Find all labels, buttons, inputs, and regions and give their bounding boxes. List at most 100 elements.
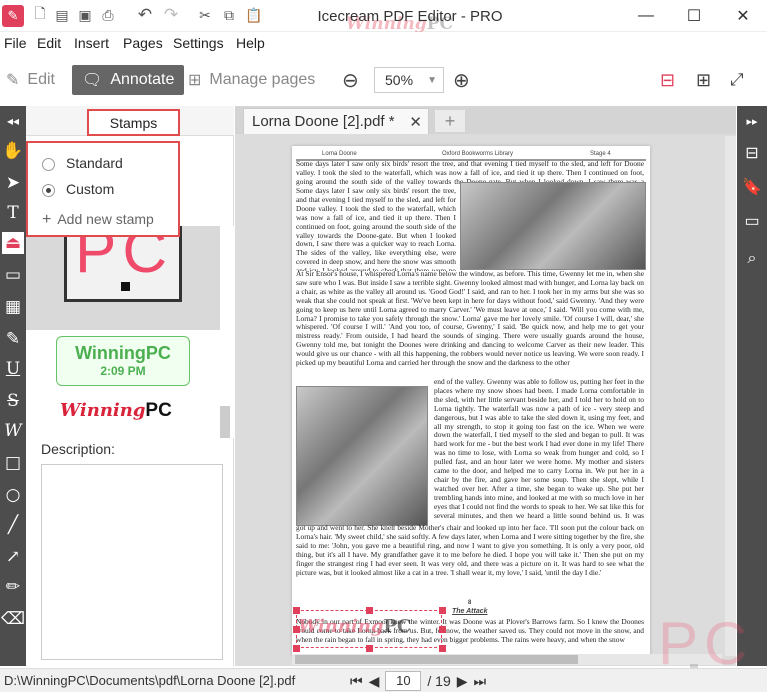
- collapse-panel-icon[interactable]: ◂◂: [2, 110, 24, 132]
- line-tool-icon[interactable]: ╱: [2, 514, 24, 536]
- description-textarea[interactable]: [41, 464, 223, 660]
- text-tool-icon[interactable]: T: [2, 202, 24, 224]
- ellipse-tool-icon[interactable]: ○: [2, 484, 24, 506]
- eraser-tool-icon[interactable]: ⌫: [1, 608, 25, 630]
- stamp-type-group: Standard Custom + Add new stamp: [26, 141, 180, 237]
- menu-file[interactable]: File: [4, 35, 27, 51]
- add-new-stamp-button[interactable]: + Add new stamp: [42, 211, 154, 229]
- collapse-right-panel-icon[interactable]: ▸▸: [741, 110, 763, 132]
- zoom-select[interactable]: 50% ▼: [374, 67, 444, 93]
- resize-handle[interactable]: [293, 607, 300, 614]
- stamp-list-scrollbar[interactable]: [220, 406, 230, 438]
- stamp-tool-icon[interactable]: ⏏: [2, 232, 24, 254]
- resize-handle[interactable]: [293, 645, 300, 652]
- custom-radio[interactable]: [42, 184, 55, 197]
- underline-tool-icon[interactable]: U: [2, 358, 24, 380]
- search-icon[interactable]: ⌕: [741, 248, 763, 270]
- new-tab-button[interactable]: +: [435, 110, 465, 132]
- standard-label[interactable]: Standard: [66, 155, 123, 171]
- select-tool-icon[interactable]: ➤: [2, 172, 24, 194]
- stamp-selection-box[interactable]: [296, 610, 442, 648]
- fullscreen-icon[interactable]: ⤢: [730, 65, 744, 95]
- close-tab-icon[interactable]: ✕: [409, 113, 422, 131]
- stamp-item-winningpc-time[interactable]: WinningPC 2:09 PM: [56, 336, 190, 386]
- resize-handle[interactable]: [439, 645, 446, 652]
- previous-page-icon[interactable]: ◀: [369, 673, 380, 690]
- rectangle-tool-icon[interactable]: □: [2, 452, 24, 474]
- print-icon[interactable]: ⎙: [99, 6, 117, 24]
- comment-icon: 🗨: [82, 72, 103, 89]
- stamp-item-winningpc-logo[interactable]: WinningPC: [60, 400, 172, 422]
- plus-icon: +: [42, 211, 52, 228]
- close-button[interactable]: ✕: [719, 0, 767, 32]
- menu-pages[interactable]: Pages: [123, 35, 163, 51]
- resize-handle[interactable]: [366, 607, 373, 614]
- squiggly-tool-icon[interactable]: W: [2, 420, 24, 442]
- highlight-tool-icon[interactable]: ✎: [2, 328, 24, 350]
- stamps-panel: Stamps Standard Custom + Add new stamp PC…: [26, 106, 234, 666]
- vertical-scrollbar[interactable]: [725, 136, 736, 656]
- next-page-icon[interactable]: ▶: [457, 673, 468, 690]
- panel-header: Stamps: [26, 106, 234, 136]
- paragraph: end of the valley. Gwenny was able to fo…: [434, 378, 644, 522]
- scrollbar-thumb[interactable]: [295, 655, 578, 664]
- manage-pages-button[interactable]: ⊞ Manage pages: [188, 65, 315, 95]
- multi-page-view-icon[interactable]: ⊞: [696, 65, 711, 95]
- page-number-input[interactable]: 10: [385, 671, 422, 691]
- new-file-icon[interactable]: 🗋: [31, 5, 49, 24]
- comment-tool-icon[interactable]: ▭: [2, 264, 24, 286]
- hand-tool-icon[interactable]: ✋: [2, 140, 24, 162]
- chevron-down-icon: ▼: [427, 74, 437, 86]
- illustration-sled: [296, 386, 428, 526]
- copy-icon[interactable]: ⧉: [220, 6, 238, 24]
- resize-handle[interactable]: [293, 626, 300, 633]
- zoom-out-button[interactable]: ⊖: [342, 65, 359, 95]
- svg-text:PC: PC: [658, 610, 753, 676]
- first-page-icon[interactable]: ⏮: [350, 673, 363, 690]
- resize-handle[interactable]: [366, 645, 373, 652]
- custom-label[interactable]: Custom: [66, 181, 114, 197]
- menu-settings[interactable]: Settings: [173, 35, 224, 51]
- stamp-list: PC WinningPC 2:09 PM WinningPC: [26, 226, 234, 438]
- document-tab[interactable]: Lorna Doone [2].pdf * ✕: [243, 108, 429, 134]
- resize-handle[interactable]: [439, 626, 446, 633]
- single-page-view-icon[interactable]: ⊟: [660, 65, 675, 95]
- maximize-button[interactable]: ☐: [670, 0, 718, 32]
- redo-icon[interactable]: ↷: [162, 5, 180, 24]
- annotate-mode-button[interactable]: 🗨 Annotate: [72, 65, 185, 95]
- arrow-tool-icon[interactable]: ↗: [2, 546, 24, 568]
- comments-icon[interactable]: ▭: [741, 210, 763, 232]
- zoom-in-button[interactable]: ⊕: [453, 65, 470, 95]
- cut-icon[interactable]: ✂: [196, 6, 214, 24]
- pencil-tool-icon[interactable]: ✏: [2, 576, 24, 598]
- menu-bar: File Edit Insert Pages Settings Help: [0, 32, 767, 54]
- page-header-right: Stage 4: [590, 151, 611, 157]
- edit-mode-button[interactable]: ✎ Edit: [6, 65, 55, 95]
- stamp-item-pc[interactable]: PC: [26, 226, 220, 330]
- file-path: D:\WinningPC\Documents\pdf\Lorna Doone […: [4, 673, 296, 688]
- page-header-center: Oxford Bookworms Library: [442, 151, 514, 157]
- pc-watermark-logo: PC: [658, 610, 753, 676]
- page-header-left: Lorna Doone: [322, 151, 357, 157]
- right-rail: ▸▸ ⊟ 🔖 ▭ ⌕: [737, 106, 767, 666]
- last-page-icon[interactable]: ⏭: [474, 673, 487, 690]
- strikethrough-tool-icon[interactable]: S: [2, 390, 24, 412]
- resize-handle[interactable]: [439, 607, 446, 614]
- minimize-button[interactable]: —: [622, 0, 670, 32]
- page-thumbnail-icon[interactable]: ⊟: [741, 142, 763, 164]
- standard-radio[interactable]: [42, 158, 55, 171]
- pdf-page[interactable]: Lorna Doone Oxford Bookworms Library Sta…: [292, 146, 650, 656]
- chapter-title: The Attack: [452, 608, 488, 615]
- title-bar: ✎ 🗋 ▤ ▣ ⎙ ↶ ↷ ✂ ⧉ 📋 WinningPC Icecream P…: [0, 0, 767, 34]
- menu-help[interactable]: Help: [236, 35, 265, 51]
- open-folder-icon[interactable]: ▤: [53, 6, 71, 24]
- bookmark-icon[interactable]: 🔖: [741, 176, 763, 198]
- paste-icon[interactable]: 📋: [245, 6, 263, 24]
- menu-insert[interactable]: Insert: [74, 35, 109, 51]
- undo-icon[interactable]: ↶: [136, 5, 154, 24]
- textbox-tool-icon[interactable]: ▦: [2, 296, 24, 318]
- page-navigator: ⏮ ◀ 10 / 19 ▶ ⏭: [350, 671, 486, 691]
- save-icon[interactable]: ▣: [76, 6, 94, 24]
- description-label: Description:: [41, 441, 115, 457]
- menu-edit[interactable]: Edit: [37, 35, 61, 51]
